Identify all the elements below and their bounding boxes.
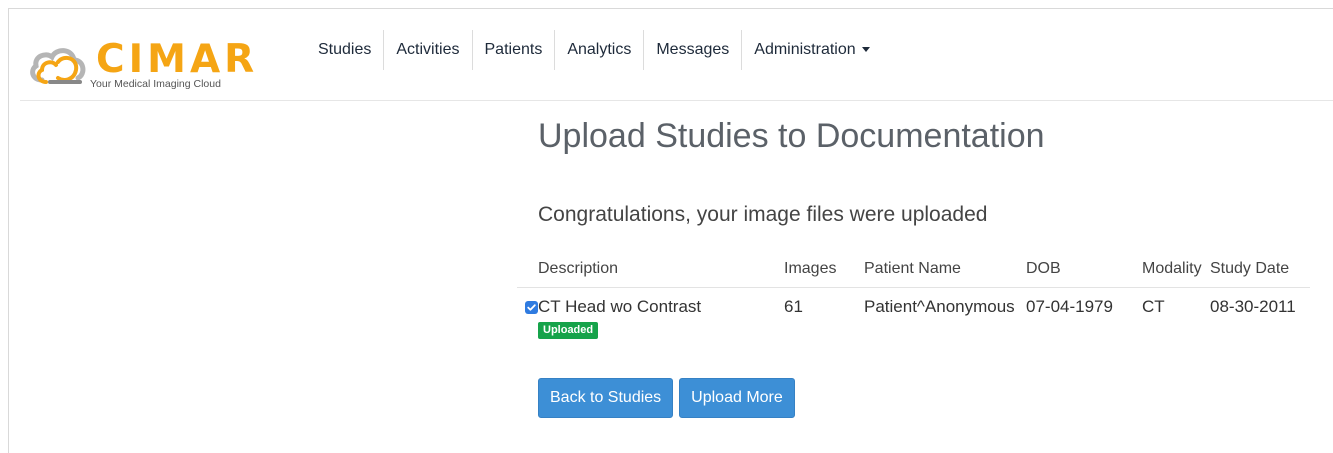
nav-item-analytics[interactable]: Analytics bbox=[555, 30, 645, 70]
nav-label: Administration bbox=[754, 41, 856, 58]
header-dob[interactable]: DOB bbox=[1026, 250, 1142, 288]
header-description[interactable]: Description bbox=[538, 250, 784, 288]
nav-item-studies[interactable]: Studies bbox=[306, 30, 385, 70]
row-modality-cell: CT bbox=[1142, 297, 1165, 316]
brand-logo[interactable]: CIMAR Your Medical Imaging Cloud bbox=[28, 40, 254, 92]
header-images[interactable]: Images bbox=[784, 250, 864, 288]
studies-table: Description Images Patient Name DOB Moda… bbox=[517, 250, 1310, 342]
header-checkbox-cell bbox=[517, 250, 538, 288]
cloud-logo-icon bbox=[30, 48, 86, 84]
nav-item-patients[interactable]: Patients bbox=[473, 30, 556, 70]
row-description-cell: CT Head wo Contrast Uploaded bbox=[538, 288, 784, 342]
nav-label: Studies bbox=[318, 41, 372, 58]
nav-label: Analytics bbox=[567, 41, 632, 58]
row-study-date-cell: 08-30-2011 bbox=[1210, 297, 1296, 316]
nav-label: Patients bbox=[484, 41, 543, 58]
header-study-date[interactable]: Study Date bbox=[1210, 250, 1310, 288]
row-checkbox[interactable] bbox=[525, 301, 538, 314]
checkmark-icon bbox=[527, 304, 536, 311]
nav-label: Activities bbox=[396, 41, 460, 58]
success-message: Congratulations, your image files were u… bbox=[538, 203, 988, 226]
row-dob-cell: 07-04-1979 bbox=[1026, 297, 1113, 316]
row-checkbox-cell bbox=[517, 288, 538, 342]
nav-item-messages[interactable]: Messages bbox=[644, 30, 743, 70]
main-nav: Studies Activities Patients Analytics Me… bbox=[306, 30, 882, 70]
table-header-row: Description Images Patient Name DOB Moda… bbox=[517, 250, 1310, 288]
status-badge: Uploaded bbox=[538, 322, 599, 339]
nav-item-activities[interactable]: Activities bbox=[384, 30, 473, 70]
caret-down-icon bbox=[861, 47, 870, 53]
upload-more-button[interactable]: Upload More bbox=[679, 378, 795, 418]
back-to-studies-button[interactable]: Back to Studies bbox=[538, 378, 674, 418]
header-modality[interactable]: Modality bbox=[1142, 250, 1210, 288]
study-description: CT Head wo Contrast bbox=[538, 297, 702, 316]
nav-item-administration[interactable]: Administration bbox=[742, 30, 881, 70]
row-images-cell: 61 bbox=[784, 297, 803, 316]
header-patient-name[interactable]: Patient Name bbox=[864, 250, 1026, 288]
page-title: Upload Studies to Documentation bbox=[538, 117, 1045, 155]
action-buttons: Back to Studies Upload More bbox=[538, 378, 795, 418]
nav-label: Messages bbox=[656, 41, 730, 58]
row-patient-name-cell: Patient^Anonymous bbox=[864, 297, 1015, 316]
table-row[interactable]: CT Head wo Contrast Uploaded 61 Patient^… bbox=[517, 288, 1310, 342]
brand-name: CIMAR bbox=[96, 37, 259, 82]
brand-tagline: Your Medical Imaging Cloud bbox=[90, 78, 221, 90]
